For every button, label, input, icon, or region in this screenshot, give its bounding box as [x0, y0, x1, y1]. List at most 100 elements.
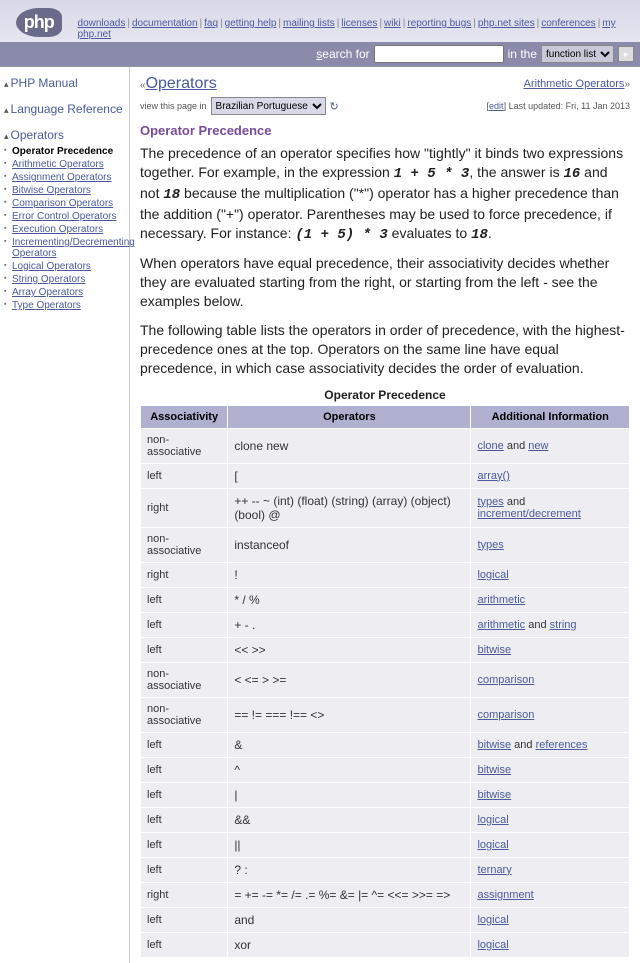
info-link[interactable]: bitwise [477, 739, 511, 751]
topnav-wiki[interactable]: wiki [384, 18, 401, 29]
sidebar-sec-manual[interactable]: ▴PHP Manual [4, 73, 125, 93]
page-header: php downloads|documentation|faq|getting … [0, 0, 640, 67]
cell-assoc: left [141, 757, 228, 782]
table-row: left|| logical [141, 832, 630, 857]
info-link[interactable]: logical [477, 914, 508, 926]
sidebar-item: Arithmetic Operators [12, 158, 125, 171]
php-logo[interactable]: php [0, 2, 78, 42]
info-link[interactable]: ternary [477, 864, 511, 876]
sidebar-link[interactable]: Array Operators [12, 287, 83, 298]
cell-assoc: left [141, 732, 228, 757]
cell-ops: < <= > >= [228, 662, 471, 697]
info-link[interactable]: bitwise [477, 644, 511, 656]
cell-assoc: non-associative [141, 697, 228, 732]
sidebar-link[interactable]: Incrementing/Decrementing Operators [12, 237, 135, 259]
table-caption: Operator Precedence [140, 388, 630, 402]
sidebar-item: Incrementing/Decrementing Operators [12, 236, 125, 260]
topnav-faq[interactable]: faq [204, 18, 218, 29]
info-link[interactable]: new [528, 440, 548, 452]
topnav-mailing-lists[interactable]: mailing lists [283, 18, 335, 29]
info-link[interactable]: array() [477, 470, 509, 482]
edit-link[interactable]: edit [489, 101, 504, 111]
info-link[interactable]: logical [477, 814, 508, 826]
cell-info: logical [471, 907, 630, 932]
info-link[interactable]: logical [477, 839, 508, 851]
cell-info: types and increment/decrement [471, 488, 630, 527]
cell-assoc: left [141, 932, 228, 957]
cell-assoc: left [141, 907, 228, 932]
sidebar-link[interactable]: Logical Operators [12, 261, 91, 272]
info-link[interactable]: string [550, 619, 577, 631]
cell-assoc: left [141, 832, 228, 857]
search-go-button[interactable]: ▸ [618, 46, 634, 62]
th-info: Additional Information [471, 405, 630, 428]
cell-info: array() [471, 463, 630, 488]
info-link[interactable]: bitwise [477, 764, 511, 776]
sidebar-link[interactable]: Comparison Operators [12, 198, 113, 209]
table-row: left|bitwise [141, 782, 630, 807]
refresh-icon[interactable]: ↻ [330, 100, 339, 113]
sidebar-link[interactable]: Execution Operators [12, 224, 103, 235]
lang-row: view this page in Brazilian Portuguese ↻… [140, 97, 630, 115]
search-label: search for [316, 47, 369, 61]
next-arrow-icon[interactable]: » [624, 79, 630, 90]
cell-info: logical [471, 807, 630, 832]
info-link[interactable]: assignment [477, 889, 533, 901]
topnav-reporting-bugs[interactable]: reporting bugs [407, 18, 471, 29]
table-row: left* / %arithmetic [141, 587, 630, 612]
topnav-documentation[interactable]: documentation [132, 18, 198, 29]
topnav-php-net-sites[interactable]: php.net sites [478, 18, 535, 29]
sidebar-link[interactable]: Arithmetic Operators [12, 159, 104, 170]
info-link[interactable]: arithmetic [477, 619, 525, 631]
topnav-conferences[interactable]: conferences [541, 18, 595, 29]
prev-link[interactable]: Operators [146, 75, 217, 92]
topnav-licenses[interactable]: licenses [341, 18, 377, 29]
cell-ops: = += -= *= /= .= %= &= |= ^= <<= >>= => [228, 882, 471, 907]
topnav-downloads[interactable]: downloads [78, 18, 126, 29]
sidebar-item: Logical Operators [12, 260, 125, 273]
search-input[interactable] [374, 45, 504, 63]
search-bar: search for in the function list ▸ [0, 42, 640, 66]
info-link[interactable]: clone [477, 440, 503, 452]
info-link[interactable]: increment/decrement [477, 508, 580, 520]
info-link[interactable]: logical [477, 569, 508, 581]
topnav-getting-help[interactable]: getting help [225, 18, 277, 29]
sidebar-link[interactable]: Type Operators [12, 300, 81, 311]
sidebar-link[interactable]: Bitwise Operators [12, 185, 91, 196]
cell-info: logical [471, 562, 630, 587]
info-link[interactable]: references [536, 739, 588, 751]
info-link[interactable]: comparison [477, 709, 534, 721]
cell-assoc: non-associative [141, 527, 228, 562]
sidebar-link[interactable]: String Operators [12, 274, 85, 285]
sidebar-item: Assignment Operators [12, 171, 125, 184]
next-link[interactable]: Arithmetic Operators [524, 78, 625, 90]
cell-info: bitwise [471, 782, 630, 807]
lang-select[interactable]: Brazilian Portuguese [211, 97, 326, 115]
info-link[interactable]: types [477, 539, 503, 551]
table-row: left[array() [141, 463, 630, 488]
sidebar-sec-operators[interactable]: ▴Operators [4, 125, 125, 145]
cell-info: bitwise and references [471, 732, 630, 757]
sidebar-item: Operator Precedence [12, 145, 125, 158]
sidebar-link[interactable]: Assignment Operators [12, 172, 112, 183]
info-link[interactable]: arithmetic [477, 594, 525, 606]
sidebar-sec-langref[interactable]: ▴Language Reference [4, 99, 125, 119]
sidebar-item: Bitwise Operators [12, 184, 125, 197]
top-nav: downloads|documentation|faq|getting help… [78, 18, 640, 42]
cell-info: clone and new [471, 428, 630, 463]
info-link[interactable]: comparison [477, 674, 534, 686]
table-row: non-associativeinstanceoftypes [141, 527, 630, 562]
sidebar-link[interactable]: Error Control Operators [12, 211, 116, 222]
cell-ops: * / % [228, 587, 471, 612]
info-link[interactable]: types [477, 496, 503, 508]
cell-ops: || [228, 832, 471, 857]
th-ops: Operators [228, 405, 471, 428]
search-scope-select[interactable]: function list [541, 45, 614, 63]
cell-info: arithmetic and string [471, 612, 630, 637]
info-link[interactable]: bitwise [477, 789, 511, 801]
sidebar-link[interactable]: Operator Precedence [12, 146, 113, 157]
info-link[interactable]: logical [477, 939, 508, 951]
sidebar-list: Operator Precedence Arithmetic Operators A… [4, 145, 125, 312]
cell-info: arithmetic [471, 587, 630, 612]
cell-info: bitwise [471, 637, 630, 662]
